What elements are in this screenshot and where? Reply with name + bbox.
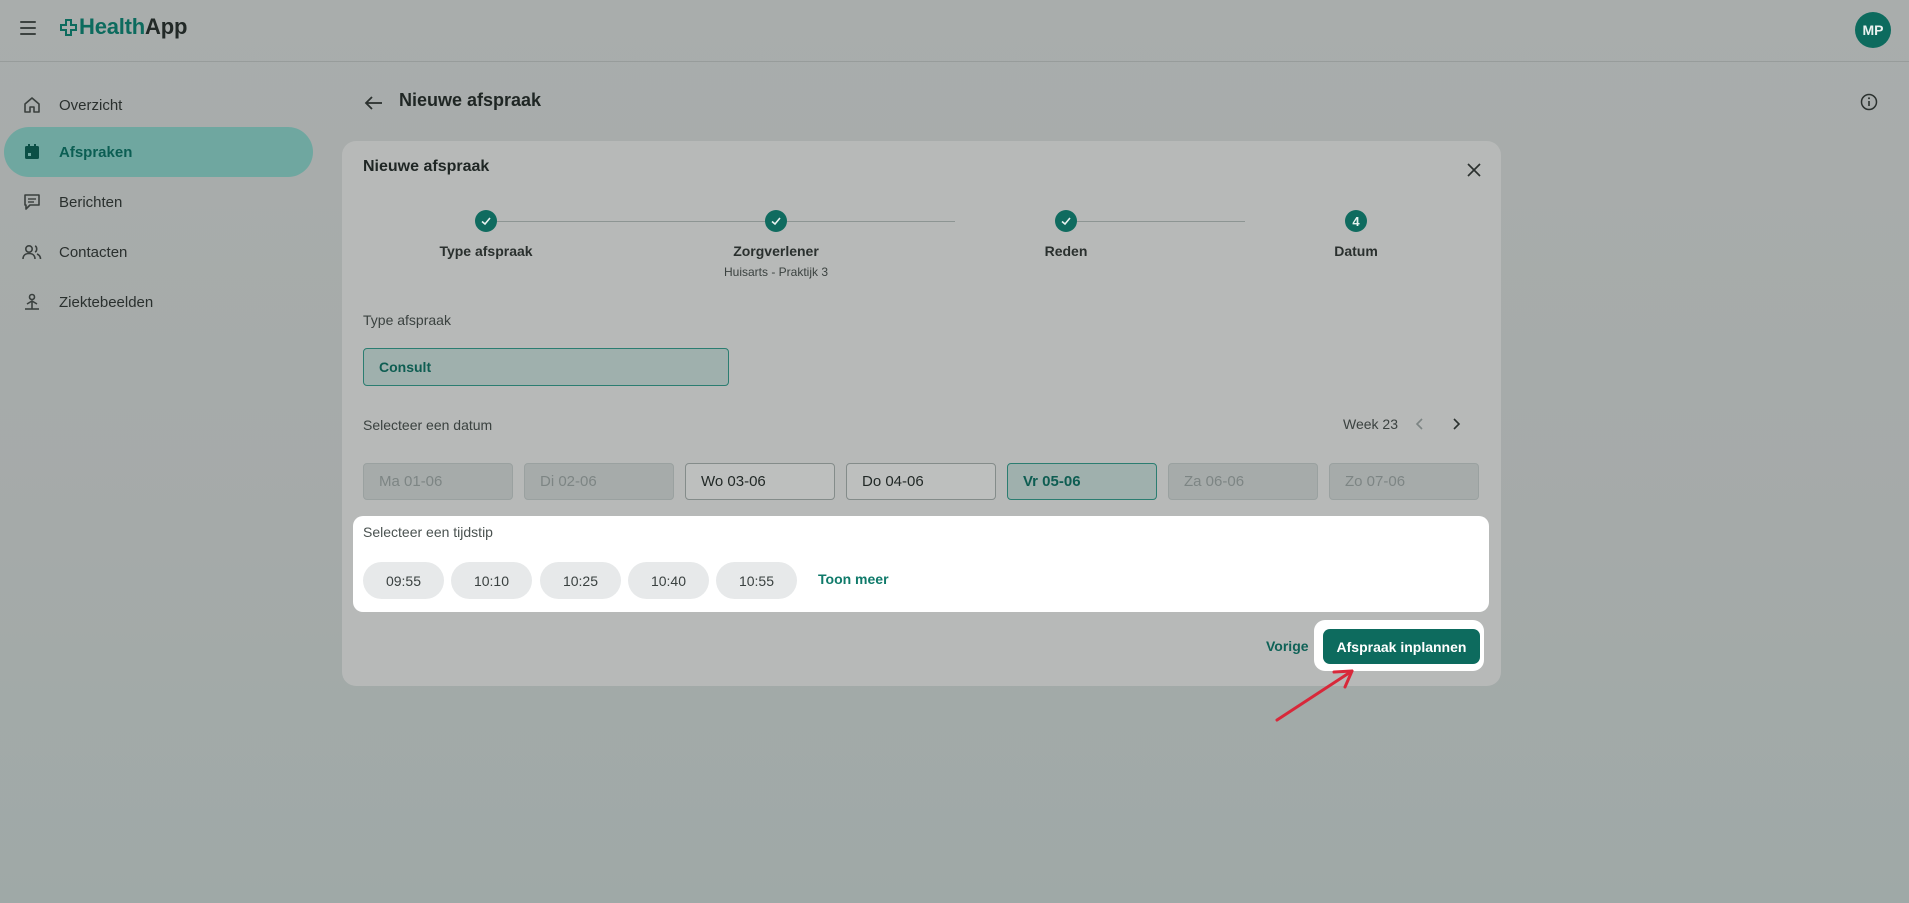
avatar[interactable]: MP (1855, 12, 1891, 48)
previous-button[interactable]: Vorige (1266, 638, 1309, 654)
contacts-icon (22, 242, 42, 262)
condition-icon (22, 292, 42, 312)
home-icon (22, 95, 42, 115)
type-label: Type afspraak (363, 312, 451, 328)
week-label: Week 23 (1343, 416, 1398, 432)
check-icon (475, 210, 497, 232)
day-option: Zo 07-06 (1329, 463, 1479, 500)
time-slot[interactable]: 10:25 (540, 562, 621, 599)
step-datum: 4 Datum (1256, 210, 1456, 259)
schedule-appointment-button[interactable]: Afspraak inplannen (1323, 629, 1480, 664)
close-icon[interactable] (1463, 159, 1485, 181)
chevron-left-icon[interactable] (1411, 415, 1429, 433)
calendar-icon (22, 142, 42, 162)
day-option[interactable]: Wo 03-06 (685, 463, 835, 500)
step-label: Reden (1044, 243, 1088, 259)
annotation-arrow-icon (1275, 669, 1354, 722)
time-slot[interactable]: 09:55 (363, 562, 444, 599)
time-slot[interactable]: 10:10 (451, 562, 532, 599)
time-label: Selecteer een tijdstip (363, 524, 493, 540)
sidebar-item-label: Overzicht (59, 96, 123, 114)
step-number: 4 (1345, 210, 1367, 232)
day-option[interactable]: Do 04-06 (846, 463, 996, 500)
step-reden: Reden (966, 210, 1166, 259)
cross-logo-icon (60, 18, 77, 36)
app-logo[interactable]: Health App (60, 14, 187, 40)
step-label: Zorgverlener (733, 243, 819, 259)
day-option: Za 06-06 (1168, 463, 1318, 500)
message-icon (22, 192, 42, 212)
sidebar-item-berichten[interactable]: Berichten (4, 177, 313, 227)
step-sublabel: Huisarts - Praktijk 3 (723, 265, 829, 279)
time-slot-panel: Selecteer een tijdstip 09:55 10:10 10:25… (353, 516, 1489, 612)
sidebar-item-label: Afspraken (59, 143, 133, 161)
day-option: Di 02-06 (524, 463, 674, 500)
chevron-right-icon[interactable] (1447, 415, 1465, 433)
sidebar-item-contacten[interactable]: Contacten (4, 227, 313, 277)
sidebar-item-overzicht[interactable]: Overzicht (4, 80, 313, 130)
logo-app-text: App (145, 14, 188, 39)
step-label: Datum (1334, 243, 1378, 259)
show-more-link[interactable]: Toon meer (818, 571, 889, 587)
step-type-afspraak: Type afspraak (386, 210, 586, 259)
time-slot[interactable]: 10:55 (716, 562, 797, 599)
time-slot[interactable]: 10:40 (628, 562, 709, 599)
page-title: Nieuwe afspraak (399, 90, 542, 110)
top-bar: Health App MP (0, 0, 1909, 62)
date-label: Selecteer een datum (363, 417, 493, 433)
back-arrow-icon[interactable] (363, 92, 385, 114)
info-icon[interactable] (1859, 92, 1879, 112)
step-label: Type afspraak (439, 243, 533, 259)
check-icon (765, 210, 787, 232)
sidebar-item-label: Berichten (59, 193, 123, 211)
menu-icon[interactable] (20, 21, 36, 35)
type-consult-option[interactable]: Consult (363, 348, 729, 386)
sidebar-item-label: Contacten (59, 243, 128, 261)
day-option-selected[interactable]: Vr 05-06 (1007, 463, 1157, 500)
day-option: Ma 01-06 (363, 463, 513, 500)
check-icon (1055, 210, 1077, 232)
sidebar-item-label: Ziektebeelden (59, 293, 154, 311)
modal-title: Nieuwe afspraak (363, 158, 490, 175)
sidebar-item-ziektebeelden[interactable]: Ziektebeelden (4, 277, 313, 327)
logo-health-text: Health (79, 14, 146, 39)
sidebar-item-afspraken[interactable]: Afspraken (4, 127, 313, 177)
step-zorgverlener: Zorgverlener Huisarts - Praktijk 3 (676, 210, 876, 279)
